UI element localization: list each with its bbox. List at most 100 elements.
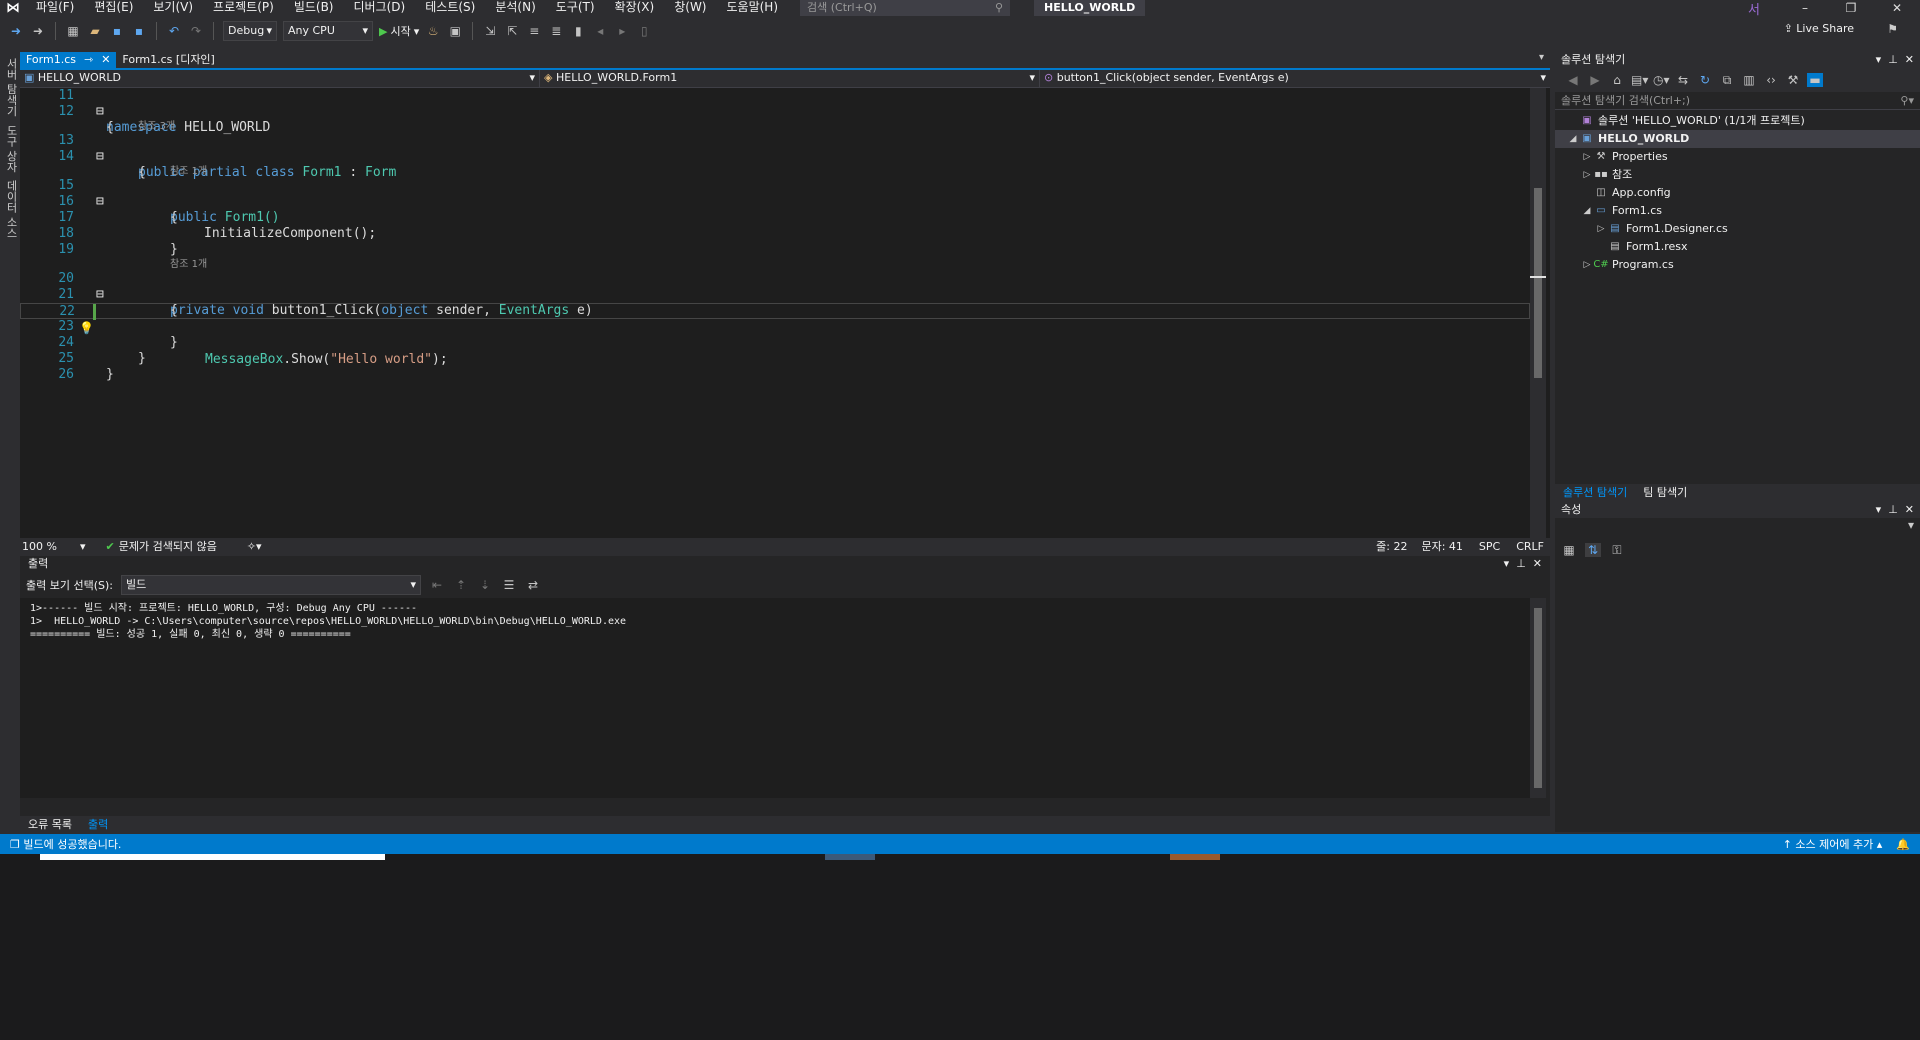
- menu-test[interactable]: 테스트(S): [415, 0, 485, 16]
- tab-form1-designer[interactable]: Form1.cs [디자인]: [116, 52, 220, 68]
- clear-all-icon[interactable]: ☰: [501, 578, 517, 592]
- output-vertical-scrollbar[interactable]: [1530, 598, 1546, 798]
- pin-icon[interactable]: ⇾: [84, 52, 93, 68]
- prev-message-icon[interactable]: ⇡: [453, 578, 469, 592]
- find-message-icon[interactable]: ⇤: [429, 578, 445, 592]
- menu-extensions[interactable]: 확장(X): [605, 0, 665, 16]
- back-icon[interactable]: ◀: [1565, 73, 1581, 87]
- pin-icon[interactable]: ⊥: [1888, 53, 1898, 66]
- prev-bookmark-icon[interactable]: ◂: [592, 24, 608, 38]
- forward-icon[interactable]: ➜: [30, 24, 46, 38]
- scroll-thumb[interactable]: [1534, 608, 1542, 788]
- clear-bookmarks-icon[interactable]: ▯: [636, 24, 652, 38]
- reference-count-hint[interactable]: 참조 1개: [170, 258, 207, 272]
- member-navigation-select[interactable]: ⊙ button1_Click(object sender, EventArgs…: [1040, 70, 1550, 88]
- outdent-icon[interactable]: ≣: [548, 24, 564, 38]
- tree-item[interactable]: ▤ Form1.resx: [1555, 238, 1920, 256]
- undo-icon[interactable]: ↶: [166, 24, 182, 38]
- save-icon[interactable]: ▪: [109, 24, 125, 38]
- live-share-button[interactable]: ⇪ Live Share: [1784, 22, 1854, 35]
- toolbox-tab[interactable]: 도구 상자: [3, 121, 19, 177]
- tab-team-explorer[interactable]: 팀 탐색기: [1635, 484, 1695, 502]
- menu-analyze[interactable]: 분석(N): [485, 0, 545, 16]
- solution-configuration-select[interactable]: Debug ▾: [223, 21, 277, 41]
- tab-error-list[interactable]: 오류 목록: [20, 816, 80, 834]
- menu-build[interactable]: 빌드(B): [284, 0, 344, 16]
- zoom-level[interactable]: 100 %: [20, 540, 80, 553]
- editor-vertical-scrollbar[interactable]: [1530, 88, 1546, 538]
- project-navigation-select[interactable]: ▣ HELLO_WORLD ▾: [20, 70, 540, 88]
- close-icon[interactable]: ✕: [1874, 1, 1920, 15]
- solution-explorer-search-input[interactable]: 솔루션 탐색기 검색(Ctrl+;) ⚲▾: [1555, 92, 1920, 110]
- code-cleanup-icon[interactable]: ✧▾: [247, 540, 262, 553]
- collapsed-arrow-icon[interactable]: ▷: [1581, 166, 1593, 184]
- chevron-down-icon[interactable]: ▾: [80, 540, 86, 553]
- current-line[interactable]: 22 💡 MessageBox.Show("Hello world");: [20, 303, 1530, 367]
- preview-selected-icon[interactable]: ▬: [1807, 73, 1823, 87]
- menu-project[interactable]: 프로젝트(P): [203, 0, 284, 16]
- tree-item[interactable]: ▷ ▪▪ 참조: [1555, 166, 1920, 184]
- tree-item[interactable]: ◫ App.config: [1555, 184, 1920, 202]
- minimize-icon[interactable]: –: [1782, 1, 1828, 15]
- object-select[interactable]: ▾: [1555, 518, 1920, 538]
- expanded-arrow-icon[interactable]: ◢: [1567, 130, 1579, 148]
- menu-tools[interactable]: 도구(T): [546, 0, 605, 16]
- tab-solution-explorer[interactable]: 솔루션 탐색기: [1555, 484, 1635, 502]
- add-to-source-control[interactable]: 소스 제어에 추가: [1795, 838, 1873, 851]
- menu-debug[interactable]: 디버그(D): [344, 0, 416, 16]
- categorized-icon[interactable]: ▦: [1561, 543, 1577, 557]
- browser-link-icon[interactable]: ♨: [425, 24, 441, 38]
- view-code-icon[interactable]: ‹›: [1763, 73, 1779, 87]
- save-all-icon[interactable]: ▪: [131, 24, 147, 38]
- reference-count-hint[interactable]: 참조 3개: [138, 120, 175, 134]
- collapsed-arrow-icon[interactable]: ▷: [1595, 220, 1607, 238]
- switch-views-icon[interactable]: ▤▾: [1631, 73, 1648, 87]
- chevron-down-icon[interactable]: ▾: [1876, 503, 1882, 516]
- step-into-icon[interactable]: ⇲: [482, 24, 498, 38]
- sync-icon[interactable]: ⇆: [1675, 73, 1691, 87]
- menu-edit[interactable]: 편집(E): [84, 0, 143, 16]
- user-avatar[interactable]: 서: [1748, 0, 1760, 18]
- camera-icon[interactable]: ▣: [447, 24, 463, 38]
- tree-item[interactable]: ◢ ▭ Form1.cs: [1555, 202, 1920, 220]
- new-project-icon[interactable]: ▦: [65, 24, 81, 38]
- tree-item[interactable]: ▷ ▤ Form1.Designer.cs: [1555, 220, 1920, 238]
- collapsed-arrow-icon[interactable]: ▷: [1581, 256, 1593, 274]
- step-over-icon[interactable]: ⇱: [504, 24, 520, 38]
- tree-item[interactable]: ▣ 솔루션 'HELLO_WORLD' (1/1개 프로젝트): [1555, 112, 1920, 130]
- quick-launch-search-input[interactable]: 검색 (Ctrl+Q) ⚲: [800, 0, 1011, 16]
- properties-wrench-icon[interactable]: ⚒: [1785, 73, 1801, 87]
- refresh-icon[interactable]: ↻: [1697, 73, 1713, 87]
- open-file-icon[interactable]: ▰: [87, 24, 103, 38]
- tree-item[interactable]: ▷ C# Program.cs: [1555, 256, 1920, 274]
- menu-help[interactable]: 도움말(H): [717, 0, 789, 16]
- alphabetical-icon[interactable]: ⇅: [1585, 543, 1601, 557]
- forward-icon[interactable]: ▶: [1587, 73, 1603, 87]
- tree-item[interactable]: ▷ ⚒ Properties: [1555, 148, 1920, 166]
- tree-item[interactable]: ◢ ▣ HELLO_WORLD: [1555, 130, 1920, 148]
- menu-file[interactable]: 파일(F): [26, 0, 84, 16]
- notification-bell-icon[interactable]: 🔔: [1896, 838, 1910, 851]
- chevron-down-icon[interactable]: ▾: [1876, 53, 1882, 66]
- pending-changes-icon[interactable]: ◷▾: [1653, 73, 1670, 87]
- redo-icon[interactable]: ↷: [188, 24, 204, 38]
- chevron-down-icon[interactable]: ▾: [1504, 557, 1510, 570]
- output-source-select[interactable]: 빌드 ▾: [120, 575, 421, 595]
- type-navigation-select[interactable]: ◈ HELLO_WORLD.Form1 ▾: [540, 70, 1040, 88]
- home-icon[interactable]: ⌂: [1609, 73, 1625, 87]
- word-wrap-icon[interactable]: ⇄: [525, 578, 541, 592]
- close-tab-icon[interactable]: ✕: [101, 52, 110, 68]
- tab-overflow-icon[interactable]: ▾: [1539, 52, 1550, 68]
- bookmark-icon[interactable]: ▮: [570, 24, 586, 38]
- back-icon[interactable]: ➜: [8, 24, 24, 38]
- menu-window[interactable]: 창(W): [664, 0, 716, 16]
- solution-platform-select[interactable]: Any CPU ▾: [283, 21, 373, 41]
- next-message-icon[interactable]: ⇣: [477, 578, 493, 592]
- property-pages-icon[interactable]: ⚿: [1609, 543, 1625, 558]
- menu-view[interactable]: 보기(V): [143, 0, 203, 16]
- output-text[interactable]: 1>------ 빌드 시작: 프로젝트: HELLO_WORLD, 구성: D…: [20, 598, 1530, 798]
- tab-form1-cs[interactable]: Form1.cs ⇾ ✕: [20, 52, 117, 68]
- close-icon[interactable]: ✕: [1533, 557, 1542, 570]
- pin-icon[interactable]: ⊥: [1888, 503, 1898, 516]
- chevron-up-icon[interactable]: ▴: [1873, 838, 1883, 851]
